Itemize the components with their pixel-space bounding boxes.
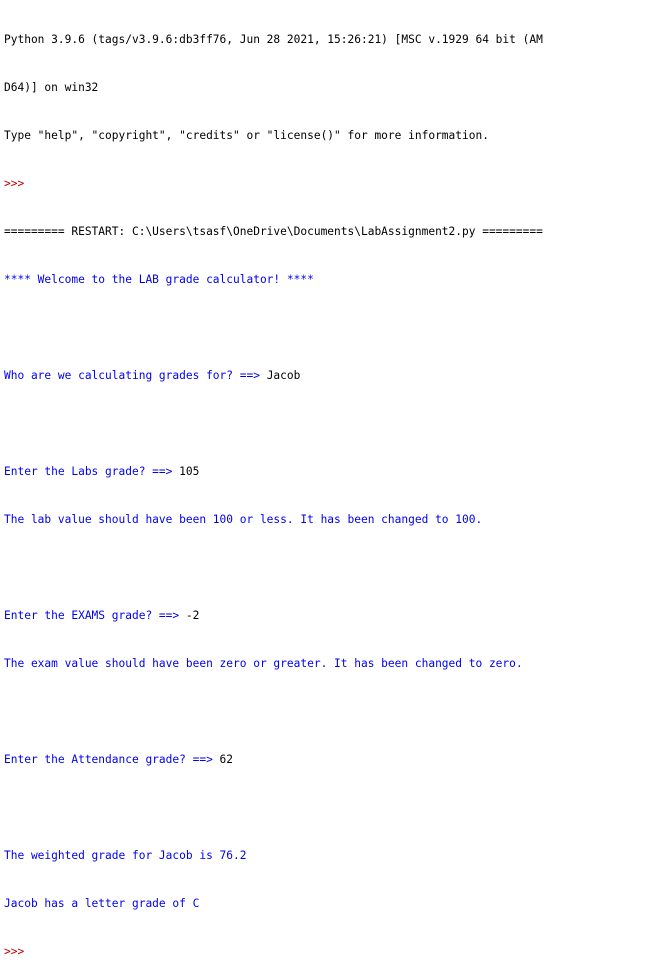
- labs-prompt: Enter the Labs grade? ==>: [4, 465, 180, 478]
- labs-value: 105: [179, 465, 200, 478]
- welcome-message: **** Welcome to the LAB grade calculator…: [4, 273, 314, 286]
- restart-banner: ========= RESTART: C:\Users\tsasf\OneDri…: [4, 225, 543, 238]
- labs-input-line: Enter the Labs grade? ==> 105: [4, 464, 649, 480]
- attendance-value: 62: [219, 753, 234, 766]
- exams-value: -2: [185, 609, 200, 622]
- help-line: Type "help", "copyright", "credits" or "…: [4, 129, 489, 142]
- exams-prompt: Enter the EXAMS grade? ==>: [4, 609, 186, 622]
- exams-input-line: Enter the EXAMS grade? ==> -2: [4, 608, 649, 624]
- version-line-2: D64)] on win32: [4, 81, 99, 94]
- labs-warning: The lab value should have been 100 or le…: [4, 513, 483, 526]
- exams-warning: The exam value should have been zero or …: [4, 657, 523, 670]
- attendance-prompt: Enter the Attendance grade? ==>: [4, 753, 220, 766]
- name-value: Jacob: [266, 369, 301, 382]
- version-line-1: Python 3.9.6 (tags/v3.9.6:db3ff76, Jun 2…: [4, 33, 543, 46]
- name-input-line: Who are we calculating grades for? ==> J…: [4, 368, 649, 384]
- python-shell-output[interactable]: Python 3.9.6 (tags/v3.9.6:db3ff76, Jun 2…: [4, 0, 649, 958]
- final-shell-prompt[interactable]: >>>: [4, 944, 649, 960]
- name-prompt: Who are we calculating grades for? ==>: [4, 369, 267, 382]
- attendance-input-line: Enter the Attendance grade? ==> 62: [4, 752, 649, 768]
- letter-grade-result: Jacob has a letter grade of C: [4, 897, 200, 910]
- shell-prompt: >>>: [4, 177, 25, 190]
- weighted-grade-result: The weighted grade for Jacob is 76.2: [4, 849, 247, 862]
